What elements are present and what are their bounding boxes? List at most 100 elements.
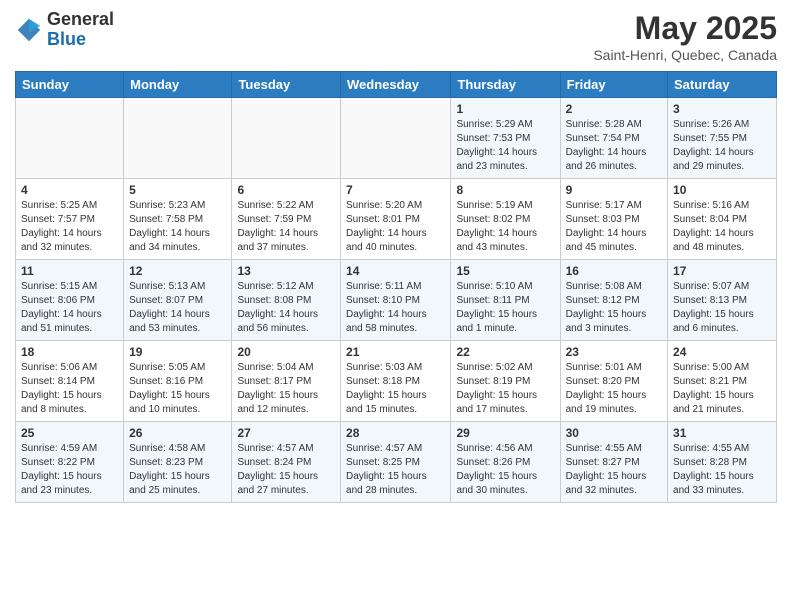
calendar: SundayMondayTuesdayWednesdayThursdayFrid… [15,71,777,503]
weekday-row: SundayMondayTuesdayWednesdayThursdayFrid… [16,72,777,98]
calendar-cell [16,98,124,179]
calendar-cell: 16Sunrise: 5:08 AM Sunset: 8:12 PM Dayli… [560,260,667,341]
weekday-header-wednesday: Wednesday [341,72,451,98]
calendar-cell: 11Sunrise: 5:15 AM Sunset: 8:06 PM Dayli… [16,260,124,341]
calendar-cell: 23 Sunrise: 5:01 AM Sunset: 8:20 PM Dayli… [560,341,667,422]
calendar-cell: 5Sunrise: 5:23 AM Sunset: 7:58 PM Daylig… [124,179,232,260]
day-info: Sunrise: 5:20 AM Sunset: 8:01 PM Dayligh… [346,199,445,255]
day-number: 2 [566,102,662,116]
calendar-cell: 20 Sunrise: 5:04 AM Sunset: 8:17 PM Dayli… [232,341,341,422]
calendar-week-3: 18 Sunrise: 5:06 AM Sunset: 8:14 PM Dayli… [16,341,777,422]
calendar-cell: 15 Sunrise: 5:10 AM Sunset: 8:11 PM Dayli… [451,260,560,341]
weekday-header-monday: Monday [124,72,232,98]
day-info: Sunrise: 5:01 AM Sunset: 8:20 PM Dayligh… [566,361,662,417]
day-number: 4 [21,183,118,197]
calendar-cell: 19 Sunrise: 5:05 AM Sunset: 8:16 PM Dayli… [124,341,232,422]
day-number: 17 [673,264,771,278]
calendar-week-4: 25Sunrise: 4:59 AM Sunset: 8:22 PM Dayli… [16,422,777,503]
day-info: Sunrise: 5:12 AM Sunset: 8:08 PM Dayligh… [237,280,335,336]
calendar-cell: 30Sunrise: 4:55 AM Sunset: 8:27 PM Dayli… [560,422,667,503]
day-number: 11 [21,264,118,278]
day-info: Sunrise: 5:26 AM Sunset: 7:55 PM Dayligh… [673,118,771,174]
location: Saint-Henri, Quebec, Canada [593,47,777,63]
day-number: 5 [129,183,226,197]
day-info: Sunrise: 4:55 AM Sunset: 8:27 PM Dayligh… [566,442,662,498]
day-number: 9 [566,183,662,197]
day-info: Sunrise: 5:17 AM Sunset: 8:03 PM Dayligh… [566,199,662,255]
day-number: 23 [566,345,662,359]
day-info: Sunrise: 5:03 AM Sunset: 8:18 PM Dayligh… [346,361,445,417]
calendar-cell: 12Sunrise: 5:13 AM Sunset: 8:07 PM Dayli… [124,260,232,341]
day-number: 10 [673,183,771,197]
calendar-cell [124,98,232,179]
calendar-cell: 26Sunrise: 4:58 AM Sunset: 8:23 PM Dayli… [124,422,232,503]
calendar-cell: 1 Sunrise: 5:29 AM Sunset: 7:53 PM Daylig… [451,98,560,179]
day-info: Sunrise: 5:29 AM Sunset: 7:53 PM Dayligh… [456,118,554,174]
day-number: 18 [21,345,118,359]
logo-icon [15,16,43,44]
day-info: Sunrise: 5:07 AM Sunset: 8:13 PM Dayligh… [673,280,771,336]
day-number: 22 [456,345,554,359]
calendar-cell: 10 Sunrise: 5:16 AM Sunset: 8:04 PM Dayli… [668,179,777,260]
day-number: 31 [673,426,771,440]
day-number: 29 [456,426,554,440]
day-number: 15 [456,264,554,278]
weekday-header-friday: Friday [560,72,667,98]
weekday-header-sunday: Sunday [16,72,124,98]
day-number: 28 [346,426,445,440]
day-info: Sunrise: 4:56 AM Sunset: 8:26 PM Dayligh… [456,442,554,498]
day-number: 20 [237,345,335,359]
calendar-cell: 31 Sunrise: 4:55 AM Sunset: 8:28 PM Dayli… [668,422,777,503]
logo-text: General Blue [47,10,114,50]
calendar-week-1: 4 Sunrise: 5:25 AM Sunset: 7:57 PM Daylig… [16,179,777,260]
day-info: Sunrise: 5:02 AM Sunset: 8:19 PM Dayligh… [456,361,554,417]
calendar-cell: 18 Sunrise: 5:06 AM Sunset: 8:14 PM Dayli… [16,341,124,422]
header: General Blue May 2025 Saint-Henri, Quebe… [15,10,777,63]
calendar-cell: 27Sunrise: 4:57 AM Sunset: 8:24 PM Dayli… [232,422,341,503]
day-info: Sunrise: 5:05 AM Sunset: 8:16 PM Dayligh… [129,361,226,417]
weekday-header-tuesday: Tuesday [232,72,341,98]
calendar-header: SundayMondayTuesdayWednesdayThursdayFrid… [16,72,777,98]
calendar-cell: 14Sunrise: 5:11 AM Sunset: 8:10 PM Dayli… [341,260,451,341]
day-info: Sunrise: 5:04 AM Sunset: 8:17 PM Dayligh… [237,361,335,417]
calendar-cell: 29 Sunrise: 4:56 AM Sunset: 8:26 PM Dayli… [451,422,560,503]
day-info: Sunrise: 5:22 AM Sunset: 7:59 PM Dayligh… [237,199,335,255]
calendar-cell: 17 Sunrise: 5:07 AM Sunset: 8:13 PM Dayli… [668,260,777,341]
day-info: Sunrise: 4:57 AM Sunset: 8:24 PM Dayligh… [237,442,335,498]
calendar-cell [232,98,341,179]
calendar-cell: 2 Sunrise: 5:28 AM Sunset: 7:54 PM Daylig… [560,98,667,179]
day-info: Sunrise: 5:19 AM Sunset: 8:02 PM Dayligh… [456,199,554,255]
calendar-cell: 24Sunrise: 5:00 AM Sunset: 8:21 PM Dayli… [668,341,777,422]
day-number: 6 [237,183,335,197]
calendar-cell: 28Sunrise: 4:57 AM Sunset: 8:25 PM Dayli… [341,422,451,503]
day-number: 21 [346,345,445,359]
day-number: 25 [21,426,118,440]
day-info: Sunrise: 4:55 AM Sunset: 8:28 PM Dayligh… [673,442,771,498]
day-number: 1 [456,102,554,116]
title-block: May 2025 Saint-Henri, Quebec, Canada [593,10,777,63]
day-info: Sunrise: 5:28 AM Sunset: 7:54 PM Dayligh… [566,118,662,174]
day-info: Sunrise: 5:06 AM Sunset: 8:14 PM Dayligh… [21,361,118,417]
logo-general: General [47,10,114,30]
calendar-week-2: 11Sunrise: 5:15 AM Sunset: 8:06 PM Dayli… [16,260,777,341]
calendar-cell: 3 Sunrise: 5:26 AM Sunset: 7:55 PM Daylig… [668,98,777,179]
day-number: 7 [346,183,445,197]
day-number: 14 [346,264,445,278]
day-info: Sunrise: 5:13 AM Sunset: 8:07 PM Dayligh… [129,280,226,336]
calendar-cell: 13Sunrise: 5:12 AM Sunset: 8:08 PM Dayli… [232,260,341,341]
calendar-body: 1 Sunrise: 5:29 AM Sunset: 7:53 PM Daylig… [16,98,777,503]
day-number: 19 [129,345,226,359]
calendar-cell: 4 Sunrise: 5:25 AM Sunset: 7:57 PM Daylig… [16,179,124,260]
calendar-cell: 9 Sunrise: 5:17 AM Sunset: 8:03 PM Daylig… [560,179,667,260]
calendar-cell: 21 Sunrise: 5:03 AM Sunset: 8:18 PM Dayli… [341,341,451,422]
calendar-cell: 25Sunrise: 4:59 AM Sunset: 8:22 PM Dayli… [16,422,124,503]
calendar-cell: 7 Sunrise: 5:20 AM Sunset: 8:01 PM Daylig… [341,179,451,260]
calendar-cell: 8Sunrise: 5:19 AM Sunset: 8:02 PM Daylig… [451,179,560,260]
day-number: 24 [673,345,771,359]
calendar-cell [341,98,451,179]
day-info: Sunrise: 5:16 AM Sunset: 8:04 PM Dayligh… [673,199,771,255]
day-info: Sunrise: 5:25 AM Sunset: 7:57 PM Dayligh… [21,199,118,255]
day-number: 3 [673,102,771,116]
day-info: Sunrise: 5:10 AM Sunset: 8:11 PM Dayligh… [456,280,554,336]
day-number: 26 [129,426,226,440]
